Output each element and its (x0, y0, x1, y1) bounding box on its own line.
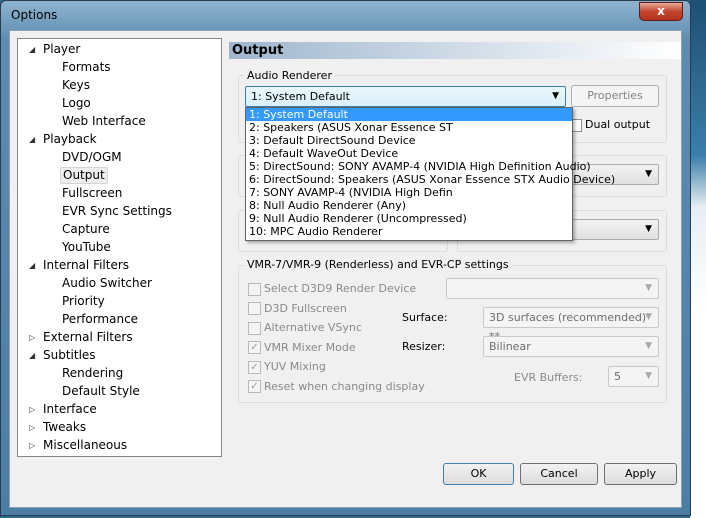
options-tree[interactable]: ◢ Player Formats Keys Logo Web Interface ◢ Play… (17, 38, 222, 457)
dropdown-option[interactable]: 5: DirectSound: SONY AVAMP-4 (NVIDIA Hig… (246, 160, 591, 173)
resizer-value: Bilinear (489, 340, 531, 353)
audio-renderer-dropdown-list[interactable]: 1: System Default 2: Speakers (ASUS Xonar… (245, 107, 615, 241)
tree-item[interactable]: External Filters (41, 329, 135, 346)
tree-item[interactable]: Interface (41, 401, 99, 418)
collapse-arrow-icon[interactable]: ◢ (29, 351, 35, 360)
properties-button[interactable]: Properties (571, 85, 659, 107)
tree-item[interactable]: Logo (60, 95, 93, 112)
tree-item[interactable]: Internal Filters (41, 257, 131, 274)
dropdown-option[interactable]: 7: SONY AVAMP-4 (NVIDIA High Defin (246, 186, 572, 199)
dropdown-option[interactable]: 6: DirectSound: Speakers (ASUS Xonar Ess… (246, 173, 615, 186)
tree-item[interactable]: Output (60, 167, 108, 184)
ok-button[interactable]: OK (443, 463, 514, 485)
checkbox-label: Alternative VSync (264, 321, 362, 334)
checkbox-box: ✓ (248, 341, 261, 354)
page-title: Output (229, 42, 681, 59)
tree-item[interactable]: DVD/OGM (60, 149, 124, 166)
chevron-down-icon: ▼ (645, 312, 652, 322)
tree-item[interactable]: Priority (60, 293, 107, 310)
dropdown-option[interactable]: 3: Default DirectSound Device (246, 134, 572, 147)
checkbox-label: YUV Mixing (264, 360, 326, 373)
dual-output-checkbox[interactable]: Dual output (569, 118, 650, 133)
checkbox-box (248, 302, 261, 315)
checkbox-label: Reset when changing display (264, 379, 425, 393)
background-desktop (690, 0, 706, 518)
window-title: Options (11, 8, 58, 22)
dropdown-option[interactable]: 8: Null Audio Renderer (Any) (246, 199, 572, 212)
collapse-arrow-icon[interactable]: ◢ (29, 135, 35, 144)
tree-item[interactable]: Fullscreen (60, 185, 124, 202)
tree-item[interactable]: Capture (60, 221, 112, 238)
tree-item[interactable]: Miscellaneous (41, 437, 129, 454)
surface-label: Surface: (402, 311, 448, 324)
resizer-label: Resizer: (402, 340, 446, 353)
checkbox-box: ✓ (248, 380, 261, 393)
close-button[interactable]: x (639, 2, 683, 21)
chevron-down-icon: ▼ (645, 283, 652, 293)
collapse-arrow-icon[interactable]: ◢ (29, 45, 35, 54)
checkbox-label: Select D3D9 Render Device (264, 282, 417, 295)
tree-item[interactable]: Keys (60, 77, 92, 94)
dual-output-label: Dual output (585, 118, 651, 131)
audio-renderer-select[interactable]: 1: System Default ▼ (245, 86, 566, 107)
chevron-down-icon: ▼ (645, 169, 652, 179)
cancel-button[interactable]: Cancel (520, 463, 598, 485)
audio-renderer-label: Audio Renderer (244, 69, 335, 82)
tree-item[interactable]: Player (41, 41, 82, 58)
dropdown-option[interactable]: 4: Default WaveOut Device (246, 147, 572, 160)
vmr-settings-label: VMR-7/VMR-9 (Renderless) and EVR-CP sett… (244, 258, 512, 271)
chevron-down-icon: ▼ (645, 224, 652, 234)
checkbox-label: VMR Mixer Mode (264, 340, 356, 354)
tree-item[interactable]: YouTube (60, 239, 113, 256)
vmr-checkbox[interactable]: Alternative VSync (248, 321, 362, 336)
dropdown-option[interactable]: 10: MPC Audio Renderer (246, 225, 572, 238)
vmr-checkbox[interactable]: ✓ Reset when changing display (248, 380, 425, 395)
collapse-arrow-icon[interactable]: ◢ (29, 261, 35, 270)
resizer-select[interactable]: Bilinear ▼ (483, 336, 659, 357)
tree-item[interactable]: Formats (60, 59, 113, 76)
checkbox-box (248, 321, 261, 335)
checkbox-label: D3D Fullscreen (264, 301, 347, 315)
tree-item[interactable]: Performance (60, 311, 140, 328)
evr-buffers-select[interactable]: 5 ▼ (608, 366, 659, 387)
tree-item[interactable]: Playback (41, 131, 99, 148)
expand-arrow-icon[interactable]: ▷ (29, 333, 35, 342)
vmr-checkbox[interactable]: Select D3D9 Render Device (248, 282, 416, 297)
tree-item[interactable]: Web Interface (60, 113, 148, 130)
checkbox-box (248, 282, 261, 296)
tree-item[interactable]: Default Style (60, 383, 142, 400)
tree-item[interactable]: Tweaks (41, 419, 88, 436)
chevron-down-icon: ▼ (645, 341, 652, 351)
vmr-checkbox[interactable]: ✓ VMR Mixer Mode (248, 341, 356, 356)
tree-item[interactable]: Audio Switcher (60, 275, 154, 292)
d3d9-device-select[interactable]: ▼ (446, 278, 659, 299)
audio-renderer-value: 1: System Default (251, 90, 350, 103)
checkbox-box: ✓ (248, 360, 261, 374)
chevron-down-icon: ▼ (552, 91, 559, 101)
expand-arrow-icon[interactable]: ▷ (29, 423, 35, 432)
surface-select[interactable]: 3D surfaces (recommended) **▼ (483, 307, 659, 343)
tree-item[interactable]: Subtitles (41, 347, 98, 364)
vmr-checkbox[interactable]: D3D Fullscreen (248, 302, 347, 317)
dropdown-option[interactable]: 1: System Default (246, 108, 572, 121)
dropdown-option[interactable]: 9: Null Audio Renderer (Uncompressed) (246, 212, 572, 225)
expand-arrow-icon[interactable]: ▷ (29, 405, 35, 414)
expand-arrow-icon[interactable]: ▷ (29, 441, 35, 450)
evr-buffers-value: 5 (614, 370, 621, 383)
chevron-down-icon: ▼ (645, 371, 652, 381)
evr-buffers-label: EVR Buffers: (514, 371, 583, 384)
apply-button[interactable]: Apply (604, 463, 677, 485)
tree-item[interactable]: Rendering (60, 365, 125, 382)
vmr-checkbox[interactable]: ✓ YUV Mixing (248, 360, 326, 375)
tree-item[interactable]: EVR Sync Settings (60, 203, 174, 220)
dropdown-option[interactable]: 2: Speakers (ASUS Xonar Essence ST (246, 121, 572, 134)
